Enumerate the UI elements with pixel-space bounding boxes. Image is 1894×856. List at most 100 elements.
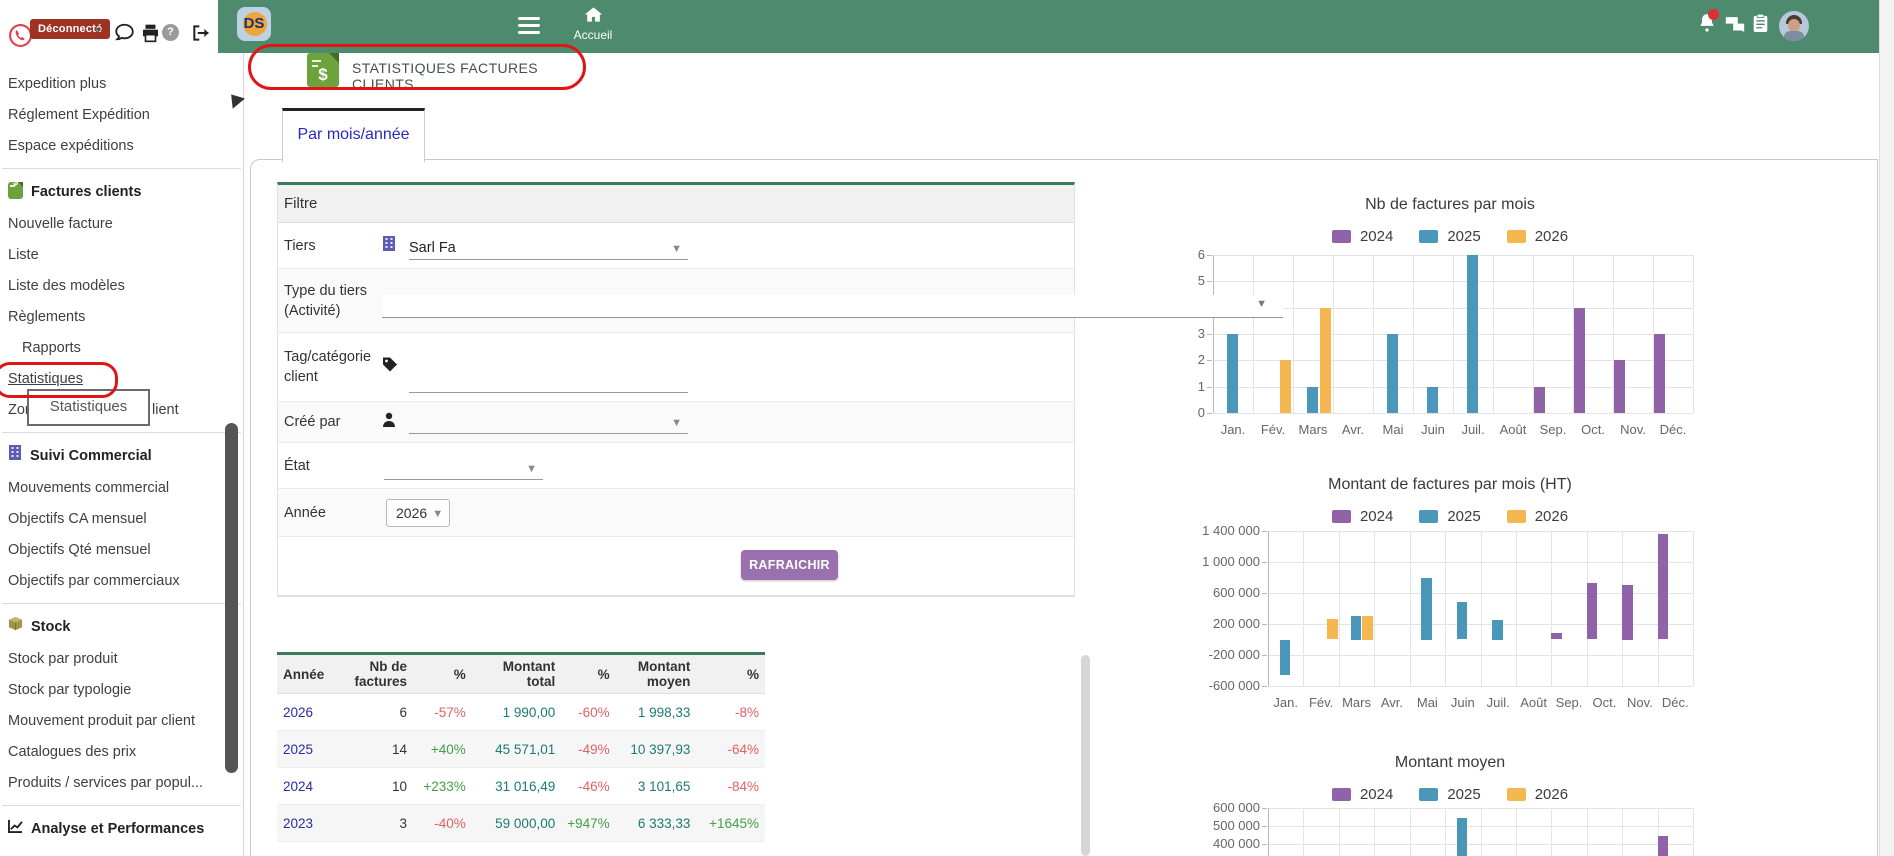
- chart-title: Montant de factures par mois (HT): [1328, 476, 1572, 493]
- table-cell: -60%: [561, 693, 616, 731]
- legend-label: 2025: [1447, 228, 1481, 245]
- legend-item-2024[interactable]: 2024: [1331, 228, 1393, 245]
- legend-swatch: [1419, 510, 1439, 523]
- sidebar-item-label: Liste: [8, 247, 39, 263]
- type-tiers-select[interactable]: ▼: [382, 295, 1283, 318]
- sidebar-item-reglements[interactable]: Règlements: [0, 302, 243, 333]
- notification-dot: [1708, 9, 1719, 20]
- legend-item-2024[interactable]: 2024: [1331, 786, 1393, 803]
- legend-swatch: [1506, 510, 1526, 523]
- legend-item-2026[interactable]: 2026: [1506, 228, 1568, 245]
- avatar[interactable]: [1779, 11, 1809, 41]
- x-tick-label: Mars: [1298, 422, 1328, 437]
- messages-icon[interactable]: [1724, 15, 1746, 39]
- sidebar-header-label: Suivi Commercial: [30, 448, 152, 464]
- stats-by-year-table: Année Nb de factures% Montant total% Montan…: [277, 655, 765, 842]
- sidebar-item-mouvement-produit-par-client[interactable]: Mouvement produit par client: [0, 706, 243, 737]
- sidebar-item-zone-client[interactable]: Zon lient Statistiques: [0, 389, 243, 426]
- printer-icon[interactable]: [140, 23, 161, 48]
- clipboard-icon[interactable]: [1752, 13, 1769, 39]
- chart-montant-moyen: Montant moyen 2024 2025 2026 600 000 500 000 4…: [1180, 748, 1720, 856]
- legend-item-2025[interactable]: 2025: [1419, 228, 1481, 245]
- legend-swatch: [1419, 230, 1439, 243]
- sidebar-item-stock-par-produit[interactable]: Stock par produit: [0, 644, 243, 675]
- cree-par-input[interactable]: ▼: [409, 413, 688, 434]
- chat-bubble-icon[interactable]: [113, 22, 136, 49]
- y-tick-label: 2: [1197, 352, 1205, 368]
- year-link[interactable]: 2026: [277, 693, 340, 731]
- year-link[interactable]: 2024: [277, 767, 340, 805]
- sidebar-item-objectifs-qte-mensuel[interactable]: Objectifs Qté mensuel: [0, 535, 243, 566]
- table-row: 2023 3 -40% 59 000,00 +947% 6 333,33 +1645%: [277, 804, 765, 842]
- filter-label: Créé par: [284, 414, 341, 430]
- bar-2024-nov: [1613, 360, 1625, 413]
- legend-item-2026[interactable]: 2026: [1506, 508, 1569, 525]
- sidebar-item-rapports[interactable]: Rapports: [0, 333, 243, 364]
- sidebar-header-stock[interactable]: Stock: [0, 610, 243, 644]
- sidebar-item-catalogues-des-prix[interactable]: Catalogues des prix: [0, 737, 243, 768]
- y-tick-label: 1: [1197, 378, 1205, 394]
- sidebar-item-stock-par-typologie[interactable]: Stock par typologie: [0, 675, 243, 706]
- sidebar-item-expedition-plus[interactable]: Expedition plus: [0, 69, 243, 100]
- sidebar-item-nouvelle-facture[interactable]: Nouvelle facture: [0, 209, 243, 240]
- chart-legend: 2024 2025 2026: [1180, 228, 1720, 245]
- sidebar-item-label-right: lient: [152, 402, 179, 418]
- app-logo[interactable]: DS: [237, 7, 271, 41]
- chart-montant-de-factures-par-mois-ht: Montant de factures par mois (HT) 2024 202…: [1180, 470, 1720, 710]
- status-caret-icon[interactable]: ▾: [96, 25, 101, 36]
- filter-label: Tiers: [284, 237, 316, 254]
- y-tick-label: 1 400 000: [1202, 523, 1260, 538]
- year-link[interactable]: 2025: [277, 730, 340, 768]
- tiers-input[interactable]: Sarl Fa ▼: [409, 239, 688, 260]
- sidebar-header-factures-clients[interactable]: $ Factures clients: [0, 175, 243, 209]
- year-link[interactable]: 2023: [277, 804, 340, 842]
- sidebar-header-analyse-et-performances[interactable]: Analyse et Performances: [0, 812, 243, 846]
- sidebar-item-objectifs-ca-mensuel[interactable]: Objectifs CA mensuel: [0, 504, 243, 535]
- sidebar-item-liste-des-modeles[interactable]: Liste des modèles: [0, 271, 243, 302]
- sidebar-menu: Expedition plus Réglement Expédition Espac…: [0, 53, 244, 856]
- tag-categorie-input[interactable]: [409, 372, 688, 393]
- sidebar-scrollbar[interactable]: [225, 423, 238, 773]
- sidebar-item-reglement-expedition[interactable]: Réglement Expédition: [0, 100, 243, 131]
- sidebar-header-label: Stock: [31, 619, 71, 635]
- sidebar-item-mouvements-commercial[interactable]: Mouvements commercial: [0, 473, 243, 504]
- refresh-button[interactable]: RAFRAICHIR: [741, 550, 838, 580]
- tab-par-mois-annee[interactable]: Par mois/année: [282, 108, 425, 162]
- legend-item-2024[interactable]: 2024: [1331, 508, 1393, 525]
- sidebar-item-label: Mouvement produit par client: [8, 713, 195, 729]
- page-title-block: $ STATISTIQUES FACTURES CLIENTS: [248, 44, 588, 92]
- bar-2025-jan: [1226, 334, 1238, 413]
- bar-2026-fev: [1279, 360, 1291, 413]
- chart-plot: [1268, 808, 1694, 856]
- home-nav[interactable]: Accueil: [558, 6, 628, 42]
- legend-item-2025[interactable]: 2025: [1419, 786, 1481, 803]
- table-cell: 1 990,00: [471, 693, 562, 731]
- help-icon[interactable]: ?: [162, 24, 179, 41]
- sidebar-item-espace-expeditions[interactable]: Espace expéditions: [0, 131, 243, 162]
- sidebar-item-liste[interactable]: Liste: [0, 240, 243, 271]
- sidebar-item-produits-services-par-popul[interactable]: Produits / services par popul...: [0, 768, 243, 799]
- legend-label: 2026: [1534, 508, 1569, 525]
- bar-2026-mars: [1362, 616, 1373, 640]
- annee-select[interactable]: 2026 ▼: [386, 499, 451, 527]
- table-cell: -64%: [696, 730, 765, 768]
- filter-row-tiers: Tiers Sarl Fa ▼: [278, 223, 1074, 269]
- sidebar-item-label: Mouvements commercial: [8, 480, 170, 496]
- x-tick-label: Juil.: [1486, 695, 1510, 710]
- x-tick-label: Jan.: [1273, 695, 1298, 710]
- table-scrollbar[interactable]: [1081, 655, 1090, 856]
- table-cell: -46%: [561, 767, 616, 805]
- sidebar-header-suivi-commercial[interactable]: Suivi Commercial: [0, 439, 243, 473]
- legend-item-2025[interactable]: 2025: [1419, 508, 1481, 525]
- filter-row-annee: Année 2026 ▼: [278, 489, 1074, 537]
- table-row: 2025 14 +40% 45 571,01 -49% 10 397,93 -64%: [277, 730, 765, 768]
- logout-icon[interactable]: [190, 23, 212, 48]
- hamburger-menu-icon[interactable]: [518, 17, 540, 34]
- sidebar-item-objectifs-par-commerciaux[interactable]: Objectifs par commerciaux: [0, 566, 243, 597]
- table-row: 2026 6 -57% 1 990,00 -60% 1 998,33 -8%: [277, 693, 765, 731]
- etat-input[interactable]: ▼: [384, 459, 543, 480]
- building-icon: [382, 235, 396, 256]
- sidebar-divider: [2, 805, 241, 806]
- bar-2024-sep: [1533, 386, 1545, 413]
- legend-item-2026[interactable]: 2026: [1506, 786, 1568, 803]
